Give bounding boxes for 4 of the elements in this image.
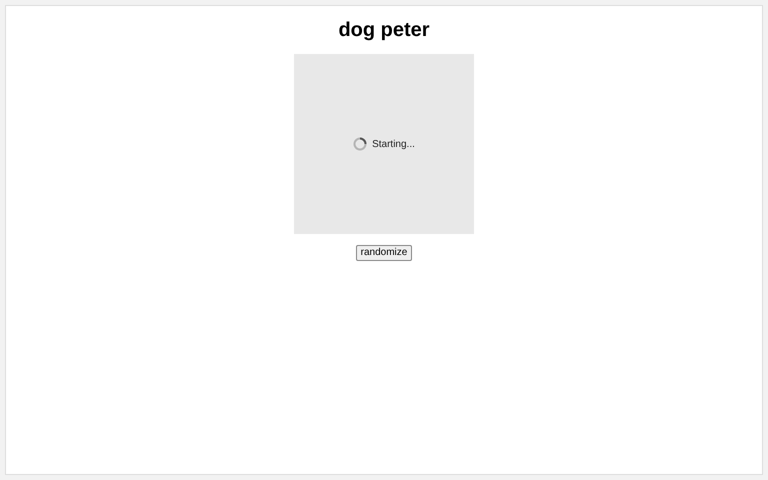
randomize-button[interactable]: randomize	[356, 245, 412, 261]
status-text: Starting...	[372, 138, 415, 152]
page-title: dog peter	[338, 18, 430, 42]
loading-spinner-icon	[353, 137, 368, 151]
